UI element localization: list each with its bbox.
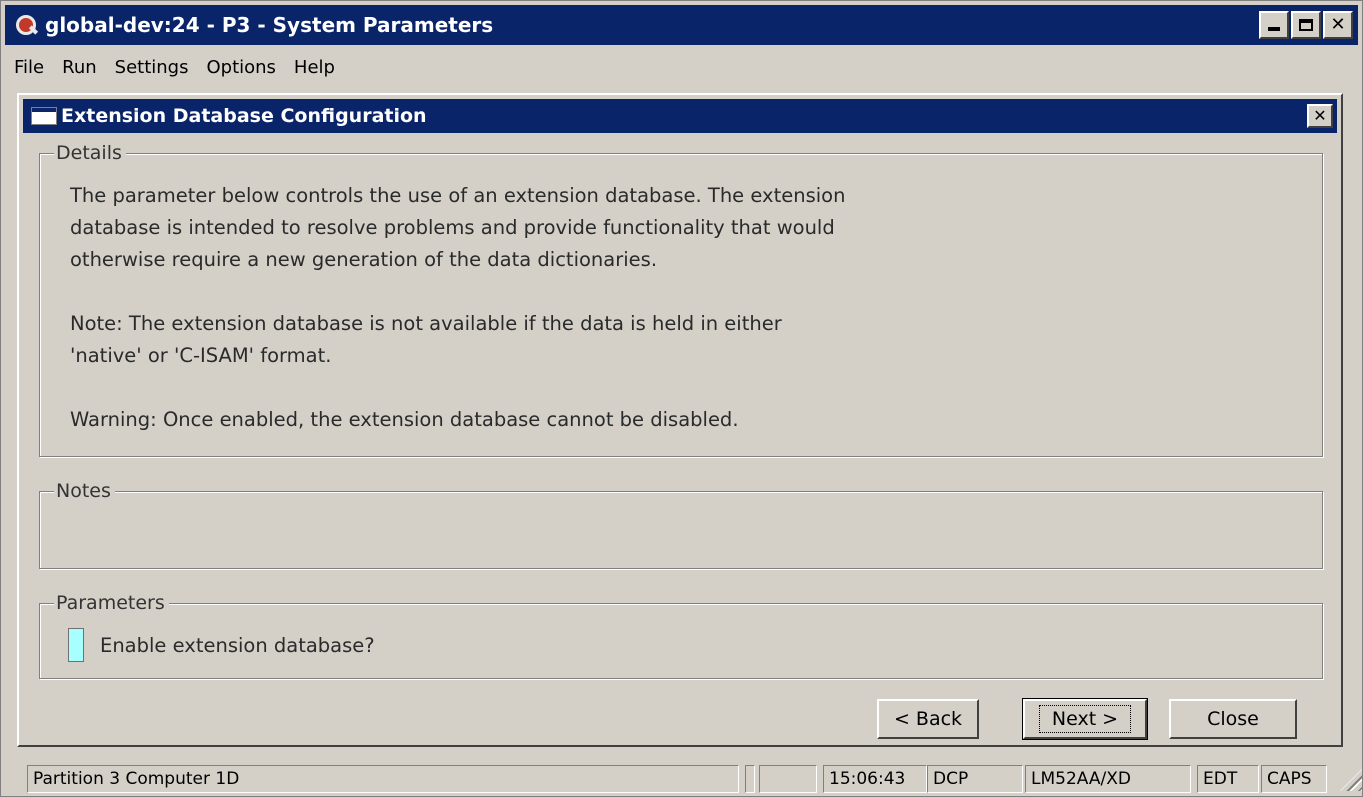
back-button-label: < Back <box>893 708 963 730</box>
details-line: The parameter below controls the use of … <box>70 184 846 207</box>
next-button[interactable]: Next > <box>1022 698 1148 740</box>
enable-extension-label: Enable extension database? <box>100 633 375 657</box>
status-message: Partition 3 Computer 1D <box>27 765 739 793</box>
warning-line: Warning: Once enabled, the extension dat… <box>70 408 739 431</box>
status-caps: CAPS <box>1261 765 1327 793</box>
dialog-close-button[interactable]: ✕ <box>1307 104 1333 128</box>
parameters-legend: Parameters <box>54 590 169 616</box>
magnifier-app-icon[interactable] <box>13 11 41 39</box>
details-group: Details The parameter below controls the… <box>39 140 1323 457</box>
details-text: The parameter below controls the use of … <box>70 180 845 436</box>
close-button-label: Close <box>1207 708 1259 730</box>
status-bar: Partition 3 Computer 1D 15:06:43 DCP LM5… <box>1 759 1363 798</box>
notes-legend: Notes <box>54 478 115 504</box>
menu-run[interactable]: Run <box>53 57 106 78</box>
close-icon: ✕ <box>1313 106 1327 125</box>
status-terminal: LM52AA/XD <box>1025 765 1191 793</box>
notes-group: Notes <box>39 478 1323 569</box>
status-blank <box>759 765 817 793</box>
dialog-titlebar[interactable]: Extension Database Configuration ✕ <box>23 99 1337 133</box>
window-icon <box>31 107 57 125</box>
details-line: database is intended to resolve problems… <box>70 216 835 239</box>
menu-help[interactable]: Help <box>285 57 344 78</box>
note-line: Note: The extension database is not avai… <box>70 312 782 335</box>
status-edit: EDT <box>1197 765 1259 793</box>
parameters-group: Parameters Enable extension database? <box>39 590 1323 679</box>
status-time: 15:06:43 <box>823 765 927 793</box>
enable-extension-row: Enable extension database? <box>68 628 375 662</box>
details-line: otherwise require a new generation of th… <box>70 248 658 271</box>
main-window: global-dev:24 - P3 - System Parameters ✕… <box>0 0 1363 797</box>
close-icon: ✕ <box>1330 14 1346 35</box>
window-title: global-dev:24 - P3 - System Parameters <box>45 13 494 37</box>
details-legend: Details <box>54 140 126 166</box>
close-button[interactable]: Close <box>1169 699 1297 739</box>
dialog-title: Extension Database Configuration <box>61 105 427 127</box>
status-spacer <box>745 765 755 793</box>
back-button[interactable]: < Back <box>877 699 979 739</box>
menu-options[interactable]: Options <box>197 57 284 78</box>
maximize-icon <box>1299 19 1313 31</box>
extension-db-dialog: Extension Database Configuration ✕ Detai… <box>17 93 1343 747</box>
resize-grip-icon[interactable] <box>1340 769 1362 791</box>
enable-extension-field[interactable] <box>68 628 84 662</box>
window-titlebar[interactable]: global-dev:24 - P3 - System Parameters ✕ <box>5 5 1358 45</box>
status-mode: DCP <box>927 765 1023 793</box>
window-close-button[interactable]: ✕ <box>1323 11 1353 39</box>
maximize-button[interactable] <box>1291 11 1321 39</box>
menu-settings[interactable]: Settings <box>106 57 198 78</box>
note-line: 'native' or 'C-ISAM' format. <box>70 344 332 367</box>
next-button-label: Next > <box>1038 705 1132 733</box>
menu-bar: File Run Settings Options Help <box>5 49 344 85</box>
minimize-button[interactable] <box>1259 11 1289 39</box>
minimize-icon <box>1268 27 1280 31</box>
menu-file[interactable]: File <box>5 57 53 78</box>
